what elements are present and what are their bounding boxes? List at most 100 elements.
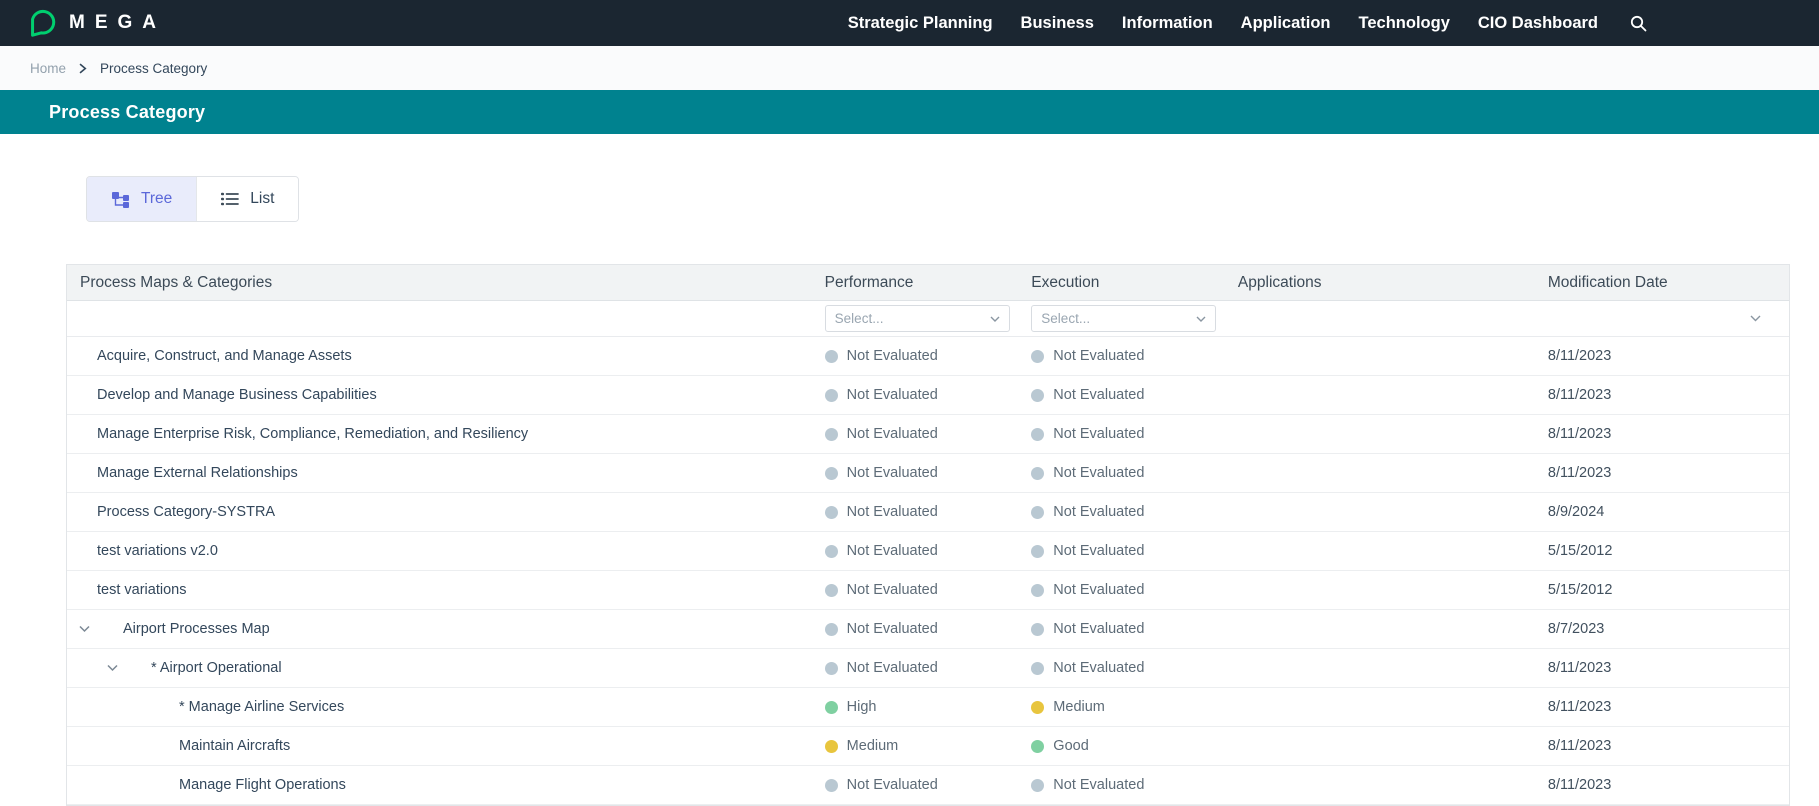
column-header-applications[interactable]: Applications	[1238, 274, 1548, 292]
modification-date-filter-caret[interactable]	[1746, 311, 1765, 326]
process-name[interactable]: Maintain Aircrafts	[179, 738, 290, 754]
column-header-execution[interactable]: Execution	[1031, 274, 1238, 292]
status-label: Good	[1053, 738, 1088, 754]
tree-view-button[interactable]: Tree	[87, 177, 196, 221]
status-label: Not Evaluated	[1053, 465, 1144, 481]
table-row[interactable]: Manage Flight Operations Not Evaluated N…	[67, 766, 1789, 805]
chevron-down-icon[interactable]	[75, 622, 94, 637]
nav-technology[interactable]: Technology	[1359, 14, 1450, 33]
process-name[interactable]: Acquire, Construct, and Manage Assets	[97, 348, 352, 364]
table-row[interactable]: Airport Processes Map Not Evaluated Not …	[67, 610, 1789, 649]
status-dot-icon	[1031, 584, 1044, 597]
chevron-down-icon	[990, 316, 1000, 322]
search-icon[interactable]	[1630, 15, 1647, 32]
column-header-performance[interactable]: Performance	[825, 274, 1032, 292]
status-dot-icon	[825, 701, 838, 714]
status-label: Not Evaluated	[847, 582, 938, 598]
performance-cell: Not Evaluated	[825, 465, 1032, 481]
status-label: Not Evaluated	[847, 543, 938, 559]
table-row[interactable]: Manage Enterprise Risk, Compliance, Reme…	[67, 415, 1789, 454]
table-row[interactable]: Maintain Aircrafts Medium Good 8/11/2023	[67, 727, 1789, 766]
performance-cell: Not Evaluated	[825, 387, 1032, 403]
table-row[interactable]: * Manage Airline Services High Medium 8/…	[67, 688, 1789, 727]
column-header-modification-date[interactable]: Modification Date	[1548, 274, 1789, 292]
process-name[interactable]: * Airport Operational	[151, 660, 282, 676]
nav-business[interactable]: Business	[1021, 14, 1094, 33]
process-name[interactable]: * Manage Airline Services	[179, 699, 344, 715]
execution-cell: Not Evaluated	[1031, 582, 1238, 598]
table-row[interactable]: test variations Not Evaluated Not Evalua…	[67, 571, 1789, 610]
status-label: Not Evaluated	[847, 426, 938, 442]
page-header-bar: Process Category	[0, 90, 1819, 134]
process-name[interactable]: test variations v2.0	[97, 543, 218, 559]
process-name[interactable]: Manage Flight Operations	[179, 777, 346, 793]
process-name[interactable]: Manage Enterprise Risk, Compliance, Reme…	[97, 426, 528, 442]
status-label: Not Evaluated	[847, 660, 938, 676]
process-name[interactable]: Airport Processes Map	[123, 621, 270, 637]
main-nav: Strategic Planning Business Information …	[848, 14, 1647, 33]
status-label: Not Evaluated	[847, 621, 938, 637]
execution-cell: Not Evaluated	[1031, 465, 1238, 481]
status-dot-icon	[1031, 623, 1044, 636]
execution-cell: Not Evaluated	[1031, 543, 1238, 559]
table-row[interactable]: Process Category-SYSTRA Not Evaluated No…	[67, 493, 1789, 532]
status-label: Medium	[1053, 699, 1105, 715]
execution-cell: Not Evaluated	[1031, 426, 1238, 442]
modification-date: 8/11/2023	[1548, 426, 1611, 442]
process-name[interactable]: test variations	[97, 582, 186, 598]
chevron-down-icon[interactable]	[103, 661, 122, 676]
status-dot-icon	[1031, 350, 1044, 363]
nav-information[interactable]: Information	[1122, 14, 1213, 33]
list-icon	[221, 192, 239, 206]
execution-cell: Not Evaluated	[1031, 621, 1238, 637]
status-label: Not Evaluated	[1053, 582, 1144, 598]
list-view-label: List	[250, 190, 274, 208]
status-dot-icon	[1031, 662, 1044, 675]
status-label: Not Evaluated	[1053, 348, 1144, 364]
modification-date: 8/11/2023	[1548, 387, 1611, 403]
modification-date: 8/11/2023	[1548, 465, 1611, 481]
mega-logo[interactable]: MEGA	[26, 8, 166, 38]
status-dot-icon	[825, 428, 838, 441]
nav-cio-dashboard[interactable]: CIO Dashboard	[1478, 14, 1598, 33]
modification-date: 8/11/2023	[1548, 738, 1611, 754]
table-row[interactable]: test variations v2.0 Not Evaluated Not E…	[67, 532, 1789, 571]
status-label: Not Evaluated	[1053, 543, 1144, 559]
page-title: Process Category	[49, 102, 205, 123]
nav-strategic-planning[interactable]: Strategic Planning	[848, 14, 993, 33]
table-body: Acquire, Construct, and Manage Assets No…	[67, 337, 1789, 805]
breadcrumb-home-link[interactable]: Home	[30, 61, 66, 76]
status-dot-icon	[825, 779, 838, 792]
status-dot-icon	[825, 740, 838, 753]
process-name[interactable]: Manage External Relationships	[97, 465, 298, 481]
status-label: High	[847, 699, 877, 715]
execution-filter-select[interactable]: Select...	[1031, 305, 1216, 332]
status-dot-icon	[825, 584, 838, 597]
chevron-down-icon	[1196, 316, 1206, 322]
column-header-process-maps[interactable]: Process Maps & Categories	[67, 274, 825, 292]
modification-date: 8/9/2024	[1548, 504, 1604, 520]
status-dot-icon	[825, 623, 838, 636]
list-view-button[interactable]: List	[196, 177, 298, 221]
performance-cell: Not Evaluated	[825, 426, 1032, 442]
execution-cell: Not Evaluated	[1031, 777, 1238, 793]
process-name[interactable]: Develop and Manage Business Capabilities	[97, 387, 377, 403]
execution-cell: Not Evaluated	[1031, 348, 1238, 364]
status-label: Not Evaluated	[847, 348, 938, 364]
process-name[interactable]: Process Category-SYSTRA	[97, 504, 275, 520]
status-dot-icon	[1031, 740, 1044, 753]
performance-cell: Not Evaluated	[825, 504, 1032, 520]
status-dot-icon	[1031, 701, 1044, 714]
table-row[interactable]: * Airport Operational Not Evaluated Not …	[67, 649, 1789, 688]
performance-cell: Not Evaluated	[825, 660, 1032, 676]
table-row[interactable]: Acquire, Construct, and Manage Assets No…	[67, 337, 1789, 376]
table-filter-row: Select... Select...	[67, 301, 1789, 337]
nav-application[interactable]: Application	[1241, 14, 1331, 33]
table-row[interactable]: Develop and Manage Business Capabilities…	[67, 376, 1789, 415]
status-dot-icon	[825, 389, 838, 402]
status-label: Not Evaluated	[1053, 621, 1144, 637]
status-label: Not Evaluated	[1053, 777, 1144, 793]
performance-filter-select[interactable]: Select...	[825, 305, 1010, 332]
table-row[interactable]: Manage External Relationships Not Evalua…	[67, 454, 1789, 493]
performance-cell: Not Evaluated	[825, 543, 1032, 559]
